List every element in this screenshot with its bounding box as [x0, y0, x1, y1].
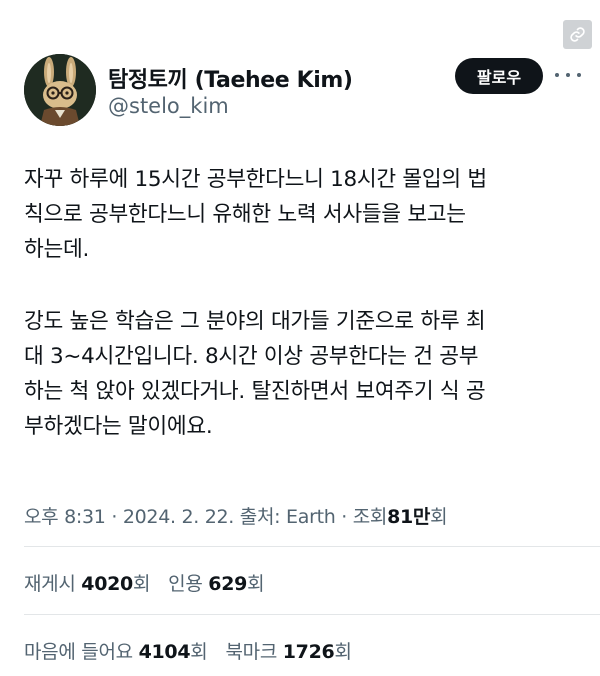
quotes-stat[interactable]: 인용 629회	[168, 573, 264, 595]
reposts-count: 4020	[81, 573, 133, 595]
post-line: 하는데.	[24, 237, 89, 262]
bookmarks-unit: 회	[334, 641, 352, 663]
more-horizontal-icon	[577, 73, 581, 77]
avatar[interactable]	[24, 54, 96, 126]
post-line: 자꾸 하루에 15시간 공부한다느니 18시간 몰입의 법	[24, 167, 487, 192]
views-label: 조회	[352, 506, 388, 528]
post-line: 강도 높은 학습은 그 분야의 대가들 기준으로 하루 최	[24, 309, 486, 334]
source-value: Earth	[286, 506, 336, 528]
author-handle[interactable]: @stelo_kim	[108, 94, 229, 118]
bookmarks-count: 1726	[282, 641, 335, 663]
likes-count: 4104	[138, 641, 191, 663]
source-label: 출처:	[239, 506, 281, 528]
quotes-label: 인용	[168, 573, 203, 595]
author-display-name[interactable]: 탐정토끼 (Taehee Kim)	[108, 62, 353, 94]
likes-unit: 회	[190, 641, 208, 663]
divider	[24, 614, 600, 615]
post-time[interactable]: 오후 8:31	[24, 506, 106, 528]
separator: ·	[111, 506, 118, 528]
separator: ·	[341, 506, 347, 528]
views-unit: 회	[430, 506, 448, 528]
views-count: 81만	[387, 506, 431, 528]
engagement-row: 마음에 들어요 4104회 북마크 1726회	[24, 637, 352, 664]
quotes-count: 629	[208, 573, 248, 595]
likes-stat[interactable]: 마음에 들어요 4104회	[24, 641, 208, 663]
quotes-unit: 회	[247, 573, 265, 595]
reposts-label: 재게시	[24, 573, 76, 595]
rabbit-avatar-image	[24, 54, 96, 126]
post-text: 자꾸 하루에 15시간 공부한다느니 18시간 몰입의 법 칙으로 공부한다느니…	[24, 162, 584, 444]
post-line: 부하겠다는 말이에요.	[24, 414, 213, 439]
post-line: 칙으로 공부한다느니 유해한 노력 서사들을 보고는	[24, 202, 466, 227]
engagement-row: 재게시 4020회 인용 629회	[24, 569, 265, 596]
post-line: 대 3~4시간입니다. 8시간 이상 공부한다는 건 공부	[24, 344, 479, 369]
more-horizontal-icon	[566, 73, 570, 77]
reposts-unit: 회	[132, 573, 151, 595]
more-horizontal-icon	[555, 73, 559, 77]
likes-label: 마음에 들어요	[24, 641, 133, 663]
link-icon	[570, 27, 585, 42]
divider	[24, 546, 600, 547]
bookmarks-label: 북마크	[225, 641, 277, 663]
more-options-button[interactable]	[555, 68, 581, 82]
post-line: 하는 척 앉아 있겠다거나. 탈진하면서 보여주기 식 공	[24, 379, 486, 404]
reposts-stat[interactable]: 재게시 4020회	[24, 573, 150, 595]
bookmarks-stat[interactable]: 북마크 1726회	[225, 641, 351, 663]
post-meta: 오후 8:31 · 2024. 2. 22. 출처: Earth · 조회81만…	[24, 502, 448, 529]
follow-button[interactable]: 팔로우	[455, 58, 543, 94]
post-date[interactable]: 2024. 2. 22.	[123, 506, 235, 528]
copy-link-button[interactable]	[563, 20, 592, 49]
